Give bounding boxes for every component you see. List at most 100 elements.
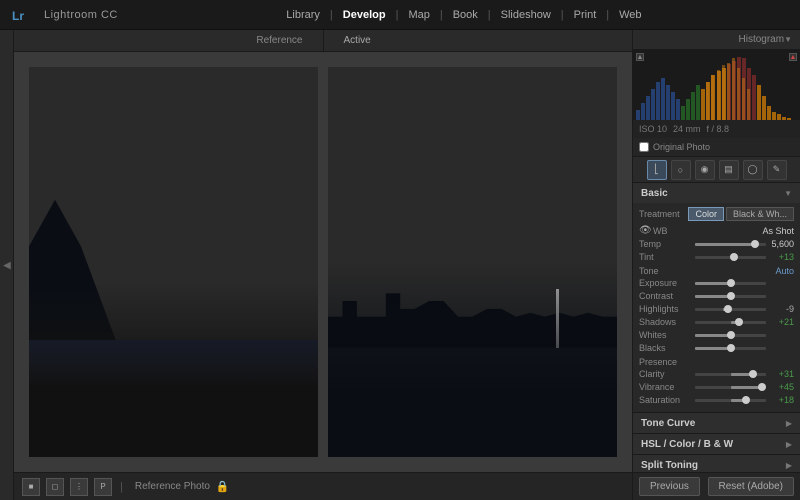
right-panel: Histogram ▼ ▲ ▲ ISO 10 24 mm f / 8.8 Ori… <box>632 30 800 500</box>
ref-silhouette <box>29 282 318 458</box>
wb-eyedropper-icon[interactable]: 👁 <box>639 225 653 236</box>
contrast-label: Contrast <box>639 291 691 301</box>
view-mode-grid[interactable]: ■ <box>22 478 40 496</box>
tone-section-label: Tone Auto <box>639 266 794 276</box>
hsl-panel: HSL / Color / B & W ▶ <box>633 434 800 455</box>
adjustment-brush-tool[interactable]: ✎ <box>767 160 787 180</box>
nav-library[interactable]: Library <box>276 0 330 30</box>
saturation-slider[interactable] <box>695 399 766 402</box>
ref-photo-label: Reference Photo <box>135 481 210 492</box>
saturation-slider-row: Saturation +18 <box>639 395 794 405</box>
nav-web[interactable]: Web <box>609 0 651 30</box>
contrast-slider-row: Contrast <box>639 291 794 301</box>
treatment-row: Treatment Color Black & Wh... <box>639 207 794 221</box>
vibrance-slider[interactable] <box>695 386 766 389</box>
contrast-slider[interactable] <box>695 295 766 298</box>
bottom-bar: ■ ◻ ⋮ P | Reference Photo 🔒 <box>14 472 632 500</box>
tone-label: Tone <box>639 266 659 276</box>
clarity-slider-row: Clarity +31 <box>639 369 794 379</box>
svg-text:Lr: Lr <box>12 9 24 23</box>
temp-value: 5,600 <box>770 239 794 249</box>
saturation-label: Saturation <box>639 395 691 405</box>
iso-value: ISO 10 <box>639 124 667 134</box>
temp-label: Temp <box>639 239 691 249</box>
histogram-title: Histogram <box>739 34 785 45</box>
flagging[interactable]: P <box>94 478 112 496</box>
blacks-slider[interactable] <box>695 347 766 350</box>
whites-slider[interactable] <box>695 334 766 337</box>
panels-scroll[interactable]: Basic ▼ Treatment Color Black & Wh... <box>633 183 800 472</box>
exposure-slider[interactable] <box>695 282 766 285</box>
temp-slider[interactable] <box>695 243 766 246</box>
photos-area <box>14 52 632 472</box>
tool-row: ⎣ ○ ◉ ▤ ◯ ✎ <box>633 157 800 183</box>
treatment-buttons: Color Black & Wh... <box>688 207 794 221</box>
active-photo-panel <box>328 67 617 457</box>
whites-slider-row: Whites <box>639 330 794 340</box>
tint-slider-row: Tint +13 <box>639 252 794 262</box>
basic-panel-title: Basic <box>641 188 668 199</box>
redeye-tool[interactable]: ◉ <box>695 160 715 180</box>
active-photo <box>328 67 617 457</box>
presence-label: Presence <box>639 357 677 367</box>
color-btn[interactable]: Color <box>688 207 724 221</box>
reference-photo-panel <box>29 67 318 457</box>
view-mode-survey[interactable]: ⋮ <box>70 478 88 496</box>
basic-panel-arrow: ▼ <box>784 189 792 198</box>
center-area: Reference Active <box>14 30 632 500</box>
presence-section-label: Presence <box>639 357 794 367</box>
clipping-warning-right[interactable]: ▲ <box>789 53 797 61</box>
auto-btn[interactable]: Auto <box>775 266 794 276</box>
vibrance-label: Vibrance <box>639 382 691 392</box>
highlights-slider-row: Highlights -9 <box>639 304 794 314</box>
nav-slideshow[interactable]: Slideshow <box>491 0 561 30</box>
blacks-slider-row: Blacks <box>639 343 794 353</box>
active-silhouette <box>328 262 617 457</box>
logo-area: Lr Lightroom CC <box>10 5 118 25</box>
wb-label: WB <box>653 226 754 236</box>
exposure-label: Exposure <box>639 278 691 288</box>
previous-button[interactable]: Previous <box>639 477 700 496</box>
main-content: ▶ Reference Active <box>0 30 800 500</box>
shadows-slider[interactable] <box>695 321 766 324</box>
tint-slider[interactable] <box>695 256 766 259</box>
lr-logo: Lr <box>10 5 38 25</box>
nav-menu: Library | Develop | Map | Book | Slidesh… <box>138 0 790 30</box>
graduated-filter-tool[interactable]: ▤ <box>719 160 739 180</box>
lock-icon[interactable]: 🔒 <box>216 480 230 493</box>
split-toning-header[interactable]: Split Toning ▶ <box>633 455 800 472</box>
original-photo-checkbox[interactable] <box>639 142 649 152</box>
tone-curve-header[interactable]: Tone Curve ▶ <box>633 413 800 433</box>
clarity-slider[interactable] <box>695 373 766 376</box>
hsl-header[interactable]: HSL / Color / B & W ▶ <box>633 434 800 454</box>
aperture-value: f / 8.8 <box>707 124 730 134</box>
nav-print[interactable]: Print <box>564 0 607 30</box>
nav-book[interactable]: Book <box>443 0 488 30</box>
whites-label: Whites <box>639 330 691 340</box>
histogram-header[interactable]: Histogram ▼ <box>633 30 800 50</box>
bw-btn[interactable]: Black & Wh... <box>726 207 794 221</box>
histogram-collapse-arrow: ▼ <box>784 35 792 44</box>
clarity-label: Clarity <box>639 369 691 379</box>
spot-removal-tool[interactable]: ○ <box>671 160 691 180</box>
treatment-label: Treatment <box>639 209 680 219</box>
exposure-slider-row: Exposure <box>639 278 794 288</box>
left-panel-toggle[interactable]: ▶ <box>3 260 11 271</box>
nav-develop[interactable]: Develop <box>333 0 396 30</box>
reset-button[interactable]: Reset (Adobe) <box>708 477 794 496</box>
radial-filter-tool[interactable]: ◯ <box>743 160 763 180</box>
original-photo-label: Original Photo <box>653 142 710 152</box>
focal-value: 24 mm <box>673 124 701 134</box>
highlights-slider[interactable] <box>695 308 766 311</box>
clipping-warning-left[interactable]: ▲ <box>636 53 644 61</box>
tint-value: +13 <box>770 252 794 262</box>
bottom-right-bar: Previous Reset (Adobe) <box>633 472 800 500</box>
basic-panel-header[interactable]: Basic ▼ <box>633 183 800 203</box>
crop-tool[interactable]: ⎣ <box>647 160 667 180</box>
view-mode-compare[interactable]: ◻ <box>46 478 64 496</box>
saturation-value: +18 <box>770 395 794 405</box>
highlights-value: -9 <box>770 304 794 314</box>
separator: | <box>118 481 125 493</box>
tone-curve-panel: Tone Curve ▶ <box>633 413 800 434</box>
nav-map[interactable]: Map <box>398 0 439 30</box>
